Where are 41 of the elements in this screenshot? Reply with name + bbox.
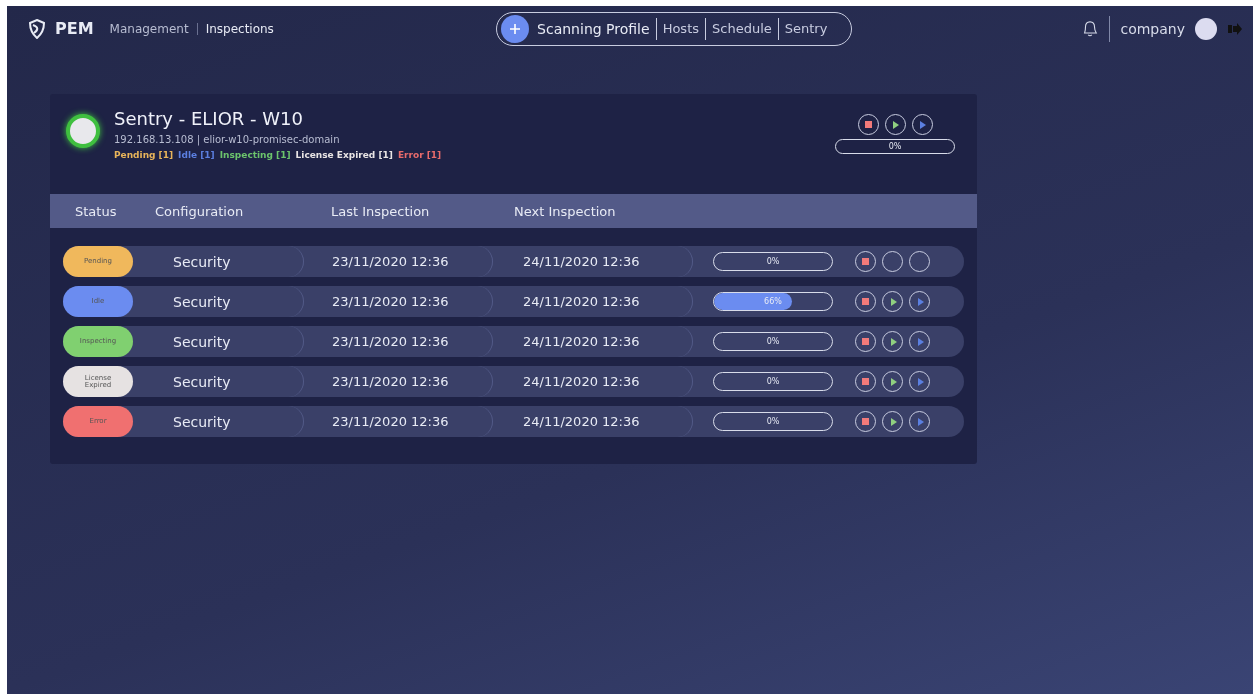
shield-logo-icon bbox=[27, 18, 47, 39]
table-cell: Security bbox=[133, 286, 304, 317]
nav-tab[interactable]: Hosts bbox=[662, 21, 699, 36]
plus-icon bbox=[509, 22, 522, 35]
table-cell: Security bbox=[133, 246, 304, 277]
nav-tab[interactable]: Sentry bbox=[784, 21, 828, 36]
column-header: Last Inspection bbox=[331, 203, 431, 219]
avatar[interactable] bbox=[1195, 17, 1217, 40]
table-cell: Security bbox=[133, 366, 304, 397]
table-cell: 24/11/2020 12:36 bbox=[493, 286, 693, 317]
breadcrumb-link[interactable]: Management bbox=[109, 21, 189, 36]
table-cell: 24/11/2020 12:36 bbox=[493, 406, 693, 437]
status-count: License Expired [1] bbox=[295, 150, 393, 160]
column-header: Next Inspection bbox=[514, 203, 616, 219]
table-cell: 23/11/2020 12:36 bbox=[304, 286, 493, 317]
table-cell: 23/11/2020 12:36 bbox=[304, 326, 493, 357]
host-title: Sentry - ELIOR - W10 bbox=[114, 108, 304, 129]
column-header: Configuration bbox=[155, 203, 245, 219]
status-indicator bbox=[66, 114, 100, 148]
nav-tab[interactable]: Scanning Profile bbox=[537, 20, 650, 37]
table-cell: 23/11/2020 12:36 bbox=[304, 246, 493, 277]
status-count: Error [1] bbox=[397, 150, 442, 160]
table-cell: Security bbox=[133, 326, 304, 357]
table-cell: 24/11/2020 12:36 bbox=[493, 246, 693, 277]
brand-name: PEM bbox=[55, 19, 94, 38]
progress-reading: 66% bbox=[763, 296, 783, 308]
table-cell: Security bbox=[133, 406, 304, 437]
table-cell: 23/11/2020 12:36 bbox=[304, 406, 493, 437]
table-cell: 24/11/2020 12:36 bbox=[493, 366, 693, 397]
status-count: Pending [1] bbox=[114, 150, 174, 160]
host-subtitle: 192.168.13.108 | elior-w10-promisec-domain bbox=[114, 134, 341, 145]
bell-icon[interactable] bbox=[1081, 18, 1100, 39]
nav-tab[interactable]: Schedule bbox=[712, 21, 772, 36]
add-button[interactable] bbox=[501, 14, 530, 43]
status-count: Inspecting [1] bbox=[219, 150, 291, 160]
breadcrumb-link[interactable]: Inspections bbox=[205, 21, 274, 36]
table-cell: 24/11/2020 12:36 bbox=[493, 326, 693, 357]
table-cell: 23/11/2020 12:36 bbox=[304, 366, 493, 397]
user-name[interactable]: company bbox=[1120, 20, 1185, 37]
status-count: Idle [1] bbox=[178, 150, 215, 160]
column-header: Status bbox=[74, 203, 118, 219]
